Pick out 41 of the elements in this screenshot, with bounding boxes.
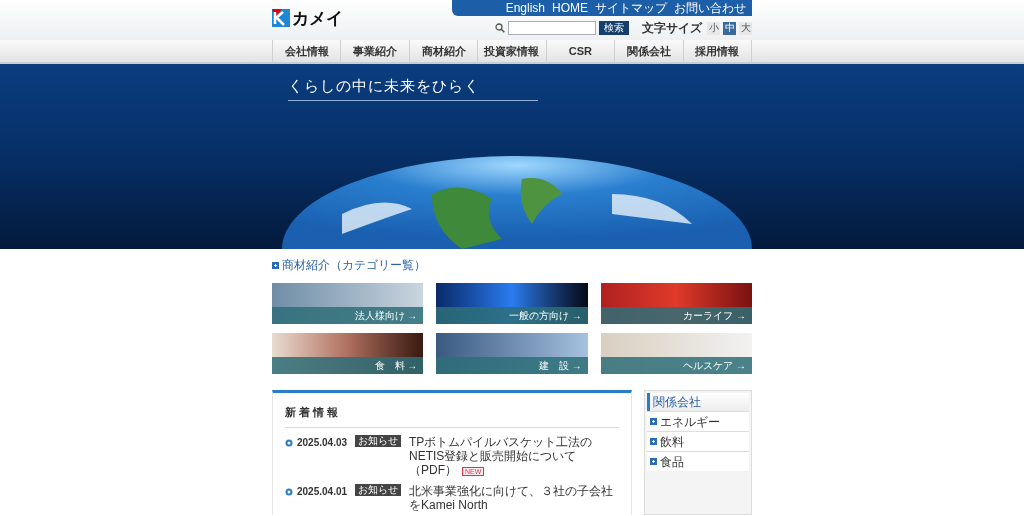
sidebar-title: 関係会社	[653, 394, 701, 411]
plus-square-icon	[650, 438, 657, 445]
logo-text: カメイ	[292, 9, 343, 27]
nav-item[interactable]: CSR	[546, 40, 616, 62]
news-tag: お知らせ	[355, 484, 401, 496]
font-size-label: 文字サイズ	[642, 20, 702, 37]
category-link[interactable]: 法人様向け →	[272, 307, 424, 324]
nav-item[interactable]: 会社情報	[273, 40, 342, 62]
category-link[interactable]: カーライフ →	[600, 307, 752, 324]
search-icon	[495, 23, 505, 33]
search-field[interactable]	[508, 21, 596, 35]
category-link[interactable]: 食 料 →	[272, 357, 424, 374]
news-date: 2025.04.03	[297, 436, 348, 450]
news-date: 2025.04.01	[297, 485, 348, 499]
nav-item[interactable]: 採用情報	[683, 40, 752, 62]
bullet-icon	[285, 487, 293, 496]
nav-item[interactable]: 投資家情報	[478, 40, 547, 62]
plus-square-icon	[650, 418, 657, 425]
nav-item[interactable]: 事業紹介	[341, 40, 410, 62]
search-button[interactable]: 検索	[599, 21, 629, 35]
news-title: 新着情報	[285, 406, 341, 418]
nav-item[interactable]: 商材紹介	[409, 40, 479, 62]
nav-item[interactable]: 関係会社	[615, 40, 684, 62]
utility-link[interactable]: HOME	[552, 2, 588, 14]
news-tag: お知らせ	[355, 435, 401, 447]
utility-link[interactable]: English	[505, 2, 545, 14]
plus-square-icon	[272, 261, 279, 269]
hero-tagline: くらしの中に未来をひらく	[288, 77, 480, 94]
news-link[interactable]: 北米事業強化に向けて、３社の子会社をKamei North	[409, 484, 619, 512]
category-link[interactable]: 建 設 →	[436, 357, 588, 374]
bullet-icon	[285, 438, 293, 447]
section-link[interactable]: 商材紹介（カテゴリー覧）	[282, 259, 426, 271]
utility-link[interactable]: サイトマップ	[595, 2, 667, 14]
font-size-button[interactable]: 大	[739, 21, 752, 35]
category-link[interactable]: ヘルスケア →	[600, 357, 752, 374]
font-size-button[interactable]: 中	[723, 21, 736, 35]
font-size-button[interactable]: 小	[707, 21, 720, 35]
category-link[interactable]: 一般の方向け →	[436, 307, 588, 324]
logo-icon	[272, 9, 290, 27]
plus-square-icon	[650, 458, 657, 465]
utility-link[interactable]: お問い合わせ	[674, 2, 746, 14]
